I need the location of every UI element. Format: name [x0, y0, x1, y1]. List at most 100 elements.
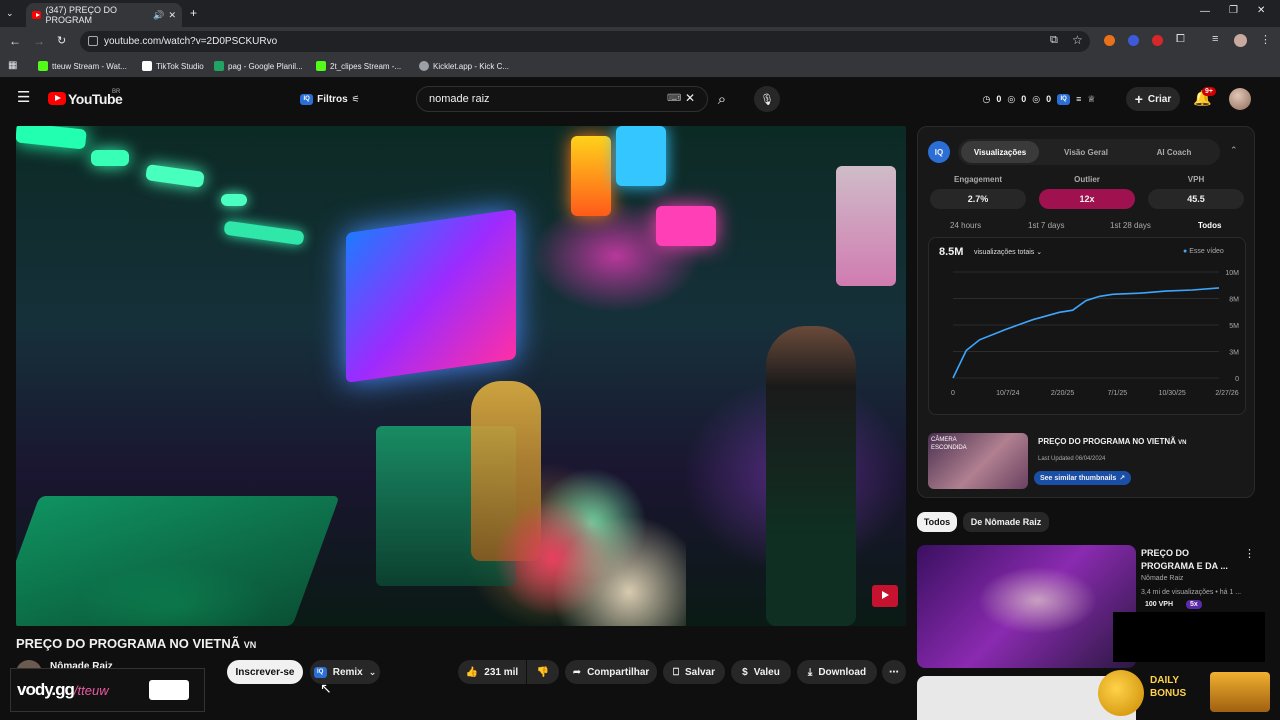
video-player[interactable] — [16, 126, 906, 626]
youtube-logo-icon[interactable] — [48, 92, 66, 105]
channel-watermark[interactable] — [872, 585, 898, 607]
range-28d[interactable]: 1st 28 days — [1110, 221, 1151, 230]
bookmark-item[interactable]: pag - Google Planil... — [214, 61, 303, 71]
analytics-panel: IQ Visualizações Visão Geral AI Coach ⌃ … — [917, 126, 1255, 498]
x-tick-label: 7/1/25 — [1108, 390, 1128, 397]
recommendation-meta: 3,4 mi de visualizações • há 1 ... — [1141, 589, 1242, 596]
browser-tab[interactable]: (347) PREÇO DO PROGRAM 🔊 ✕ — [26, 3, 182, 27]
neon-sign — [656, 206, 716, 246]
save-button[interactable]: ⎕ Salvar — [663, 660, 725, 684]
like-button[interactable]: 👍 231 mil — [458, 660, 526, 684]
subscribe-button[interactable]: Inscrever-se — [227, 660, 303, 684]
site-info-icon[interactable] — [88, 36, 98, 46]
views-chart-card: 8.5M visualizações totais ⌄ ● Esse vídeo… — [928, 237, 1246, 415]
kick-icon — [316, 61, 326, 71]
chrome-menu-icon[interactable]: ⋮ — [1260, 33, 1271, 46]
extension-record-icon[interactable] — [1152, 35, 1163, 46]
more-actions-button[interactable]: ⋯ — [882, 660, 906, 684]
neon-sign — [616, 126, 666, 186]
neon-light — [223, 220, 305, 246]
tab-ai-coach[interactable]: AI Coach — [1134, 141, 1214, 163]
neon-light — [91, 150, 129, 166]
close-window-icon[interactable]: ✕ — [1257, 5, 1265, 16]
dislike-button[interactable]: 👎 — [527, 660, 559, 684]
recommendation-title[interactable]: PREÇO DO PROGRAMA E DA ... — [1141, 547, 1231, 573]
plus-icon: + — [1134, 91, 1143, 107]
bookmark-item[interactable]: 2t_clipes Stream -... — [316, 61, 401, 71]
chevron-down-icon: ⌄ — [368, 666, 377, 677]
apps-grid-icon[interactable]: ▦ — [8, 60, 17, 71]
share-button[interactable]: ➦ Compartilhar — [565, 660, 657, 684]
reload-icon[interactable]: ↻ — [57, 34, 66, 47]
profile-avatar[interactable] — [1234, 34, 1247, 47]
restore-icon[interactable]: ❐ — [1229, 5, 1238, 16]
clear-search-icon[interactable]: ✕ — [685, 91, 695, 105]
bookmark-item[interactable]: TikTok Studio — [142, 61, 204, 71]
thanks-button[interactable]: $ Valeu — [731, 660, 791, 684]
tab-views[interactable]: Visualizações — [961, 141, 1039, 163]
create-button[interactable]: + Criar — [1126, 87, 1180, 111]
minimize-icon[interactable]: — — [1200, 6, 1210, 17]
x-tick-label: 2/27/26 — [1215, 390, 1238, 397]
install-icon[interactable]: ⧉ — [1050, 34, 1058, 47]
bookmark-item[interactable]: tteuw Stream - Wat... — [38, 61, 127, 71]
download-button[interactable]: ⤓ Download — [797, 660, 877, 684]
iq-icon[interactable]: IQ — [1057, 93, 1071, 105]
x-tick-label: 0 — [951, 390, 955, 397]
tab-search-icon[interactable]: ⌄ — [6, 8, 18, 20]
forward-icon[interactable]: → — [33, 34, 45, 48]
eye-outline-icon: ◎ — [1032, 93, 1041, 104]
collapse-icon[interactable]: ⌃ — [1230, 145, 1238, 156]
extension-icon[interactable] — [1104, 35, 1115, 46]
neon-light — [16, 126, 87, 150]
chip-channel[interactable]: De Nômade Raiz — [963, 512, 1049, 532]
iq-icon: IQ — [313, 666, 327, 678]
vph-value: 45.5 — [1148, 189, 1244, 209]
see-similar-button[interactable]: See similar thumbnails ↗ — [1034, 471, 1132, 485]
extensions-puzzle-icon[interactable]: ⧠ — [1176, 33, 1185, 46]
metric-label: Engagement — [953, 175, 1002, 184]
reading-list-icon[interactable]: ≡ — [1212, 33, 1218, 45]
recommendation-thumbnail[interactable] — [917, 545, 1136, 668]
coin-icon — [1098, 670, 1144, 716]
recommendation-channel[interactable]: Nômade Raiz — [1141, 575, 1183, 582]
clock-icon: ◷ — [982, 93, 991, 104]
back-icon[interactable]: ← — [9, 34, 21, 48]
youtube-header: ☰ YouTube BR IQ Filtros ⚟ nomade raiz ⌨ … — [0, 78, 1280, 120]
filters-button[interactable]: IQ Filtros ⚟ — [296, 87, 364, 111]
range-24h[interactable]: 24 hours — [950, 221, 981, 230]
range-all[interactable]: Todos — [1198, 221, 1221, 230]
y-tick-label: 0 — [1235, 376, 1239, 383]
search-icon[interactable]: ⌕ — [708, 86, 736, 112]
views-type-select[interactable]: visualizações totais ⌄ — [974, 248, 1042, 256]
views-line-chart: 10M 8M 5M 3M 0 0 10/7/24 2/20/25 7/1/25 10/30/25 2… — [951, 270, 1239, 397]
bookmark-star-icon[interactable]: ☆ — [1072, 33, 1083, 47]
neon-booth-seat — [16, 496, 340, 626]
x-tick-label: 10/7/24 — [996, 390, 1019, 397]
search-input[interactable]: nomade raiz ⌨ ✕ — [416, 86, 708, 112]
new-tab-icon[interactable]: + — [190, 6, 197, 20]
extension-iq-icon[interactable] — [1128, 35, 1139, 46]
chip-all[interactable]: Todos — [917, 512, 957, 532]
youtube-favicon-icon — [32, 11, 42, 19]
super-thanks-icon: $ — [742, 666, 748, 678]
tab-overview[interactable]: Visão Geral — [1046, 141, 1126, 163]
list-icon[interactable]: ≡ — [1076, 94, 1081, 104]
y-tick-label: 8M — [1229, 297, 1239, 304]
address-bar[interactable]: youtube.com/watch?v=2D0PSCKURvo ⧉ ☆ — [80, 31, 1090, 52]
outlier-value: 12x — [1039, 189, 1135, 209]
y-tick-label: 5M — [1229, 323, 1239, 330]
trophy-icon[interactable]: ♕ — [1087, 94, 1095, 105]
video-thumbnail[interactable]: CÂMERA ESCONDIDA — [928, 433, 1028, 489]
bookmark-icon: ⎕ — [672, 666, 679, 678]
keyboard-icon[interactable]: ⌨ — [667, 93, 681, 104]
voice-search-icon[interactable]: 🎙 — [754, 86, 780, 112]
tab-close-icon[interactable]: ✕ — [168, 10, 176, 21]
bookmark-item[interactable]: Kicklet.app - Kick C... — [419, 61, 509, 71]
menu-hamburger-icon[interactable]: ☰ — [17, 90, 30, 105]
account-avatar[interactable] — [1229, 88, 1251, 110]
tab-audio-icon[interactable]: 🔊 — [153, 10, 164, 21]
range-7d[interactable]: 1st 7 days — [1028, 221, 1064, 230]
flag-label: VN — [243, 640, 257, 650]
recommendation-menu-icon[interactable]: ⋮ — [1244, 547, 1255, 560]
